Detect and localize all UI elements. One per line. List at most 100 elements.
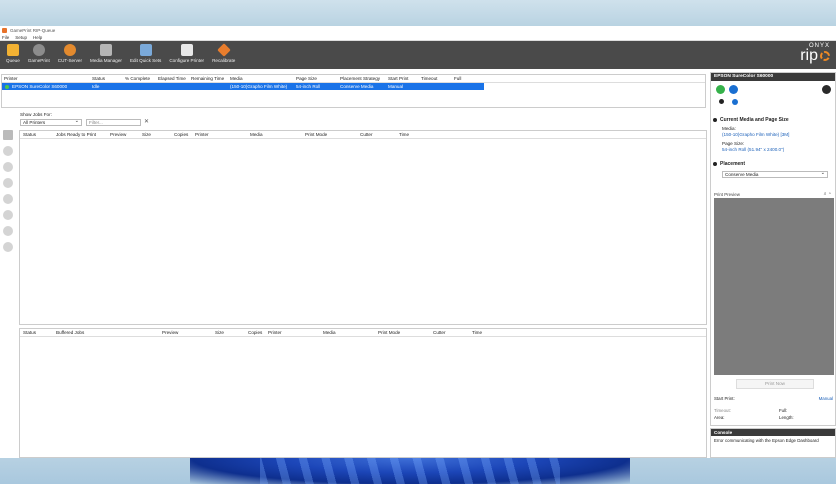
quick-sets-icon [139, 44, 152, 56]
printer-name: EPSON SureColor S60000 [12, 84, 68, 89]
printer-row[interactable]: EPSON SureColor S60000 Idle (150-10)Grap… [2, 83, 484, 90]
filter-input[interactable]: Filter... [86, 119, 141, 126]
media-manager-button[interactable]: Media Manager [86, 41, 126, 63]
desktop-background-top [0, 0, 836, 26]
recalibrate-icon [216, 43, 231, 57]
printer-info-icon[interactable] [729, 85, 738, 94]
jobs-col-status[interactable]: Status [23, 132, 36, 137]
media-value: (150-10)Grapho Film White) [3M] [722, 132, 790, 137]
jobs-col-copies[interactable]: Copies [174, 132, 188, 137]
col-elapsed[interactable]: Elapsed Time [158, 76, 186, 81]
edit-printer-icon[interactable] [822, 85, 831, 94]
delete-icon[interactable] [3, 226, 13, 236]
placement-heading[interactable]: Placement [712, 161, 745, 167]
down-icon[interactable] [3, 162, 13, 172]
col-placement[interactable]: Placement Strategy [340, 76, 380, 81]
buf-col-cutter[interactable]: Cutter [433, 330, 446, 335]
configure-printer-button[interactable]: Configure Printer [165, 41, 208, 63]
media-label: Media: [722, 126, 736, 131]
col-page-size[interactable]: Page Size [296, 76, 317, 81]
hold-icon[interactable] [3, 178, 13, 188]
full-label: Full: [779, 408, 788, 413]
console-title: Console [711, 429, 835, 436]
queue-button[interactable]: Queue [2, 41, 24, 63]
col-status[interactable]: Status [92, 76, 105, 81]
recalibrate-button[interactable]: Recalibrate [208, 41, 239, 63]
buf-col-status[interactable]: Status [23, 330, 36, 335]
col-start-print[interactable]: Start Print [388, 76, 408, 81]
buf-col-media[interactable]: Media [323, 330, 336, 335]
info-icon[interactable] [3, 194, 13, 204]
buf-col-name[interactable]: Buffered Jobs [56, 330, 84, 335]
col-complete[interactable]: % Complete [125, 76, 150, 81]
menu-file[interactable]: File [2, 35, 9, 40]
col-full[interactable]: Full [454, 76, 461, 81]
jobs-col-size[interactable]: Size [142, 132, 151, 137]
cut-server-label: CUT-Server [57, 58, 83, 63]
edit-job-icon[interactable] [3, 130, 13, 140]
edit-quick-sets-label: Edit Quick Sets [129, 58, 162, 63]
up-icon[interactable] [3, 146, 13, 156]
jobs-col-print-mode[interactable]: Print Mode [305, 132, 327, 137]
printer-icon [180, 44, 193, 56]
col-printer[interactable]: Printer [4, 76, 18, 81]
panel-printer-name: EPSON SureColor S60000 [711, 73, 835, 81]
printer-filter-select[interactable]: All Printers [20, 119, 82, 126]
info-small-icon[interactable] [732, 99, 738, 105]
show-jobs-label: Show Jobs For: [20, 112, 52, 117]
buf-col-printer[interactable]: Printer [268, 330, 282, 335]
timeout-label: Timeout: [714, 408, 731, 413]
printer-status: Idle [92, 84, 100, 89]
placement-select[interactable]: Conserve Media [722, 171, 828, 178]
bullet-icon [719, 99, 724, 104]
gameprint-label: GamePrint [27, 58, 50, 63]
printer-online-icon[interactable] [716, 85, 725, 94]
print-icon[interactable] [3, 210, 13, 220]
gameprint-button[interactable]: GamePrint [24, 41, 54, 63]
jobs-col-printer[interactable]: Printer [195, 132, 209, 137]
col-remaining[interactable]: Remaining Time [191, 76, 224, 81]
page-size-label: Page Size: [722, 141, 745, 146]
buf-col-time[interactable]: Time [472, 330, 482, 335]
jobs-col-media[interactable]: Media [250, 132, 263, 137]
logo-main-text: rip [800, 47, 818, 64]
jobs-col-name[interactable]: Jobs Ready to Print [56, 132, 96, 137]
col-timeout[interactable]: Timeout [421, 76, 437, 81]
queue-label: Queue [6, 58, 20, 63]
buf-col-print-mode[interactable]: Print Mode [378, 330, 400, 335]
stop-icon[interactable] [3, 242, 13, 252]
print-now-button[interactable]: Print Now [736, 379, 814, 389]
cut-server-button[interactable]: CUT-Server [54, 41, 86, 63]
buf-col-copies[interactable]: Copies [248, 330, 262, 335]
current-media-heading[interactable]: Current Media and Page Size [713, 117, 789, 123]
console-panel: Console Error communicating with the Eps… [710, 428, 836, 458]
start-print-label: Start Print: [714, 396, 735, 401]
configure-printer-label: Configure Printer [169, 58, 205, 63]
menu-help[interactable]: Help [33, 35, 42, 40]
app-icon [2, 27, 7, 33]
buf-col-size[interactable]: Size [215, 330, 224, 335]
queue-area: Printer Status % Complete Elapsed Time R… [0, 72, 708, 458]
jobs-col-preview[interactable]: Preview [110, 132, 126, 137]
buf-col-preview[interactable]: Preview [162, 330, 178, 335]
menu-setup[interactable]: Setup [15, 35, 27, 40]
zoom-icon[interactable]: ⌕ ◔ [824, 191, 831, 197]
length-label: Length: [779, 415, 794, 420]
col-media[interactable]: Media [230, 76, 243, 81]
area-label: Area: [714, 415, 725, 420]
printer-media: (150-10)Grapho Film White) [230, 84, 288, 89]
gameprint-icon [32, 44, 45, 56]
media-manager-label: Media Manager [90, 58, 122, 63]
cut-server-icon [63, 44, 76, 56]
print-preview-label: Print Preview [714, 192, 740, 197]
jobs-col-time[interactable]: Time [399, 132, 409, 137]
start-print-value[interactable]: Manual [819, 396, 833, 401]
jobs-ready-table: Status Jobs Ready to Print Preview Size … [19, 130, 707, 325]
queue-icon [6, 44, 19, 56]
buffered-jobs-table: Status Buffered Jobs Preview Size Copies… [19, 328, 707, 458]
jobs-col-cutter[interactable]: Cutter [360, 132, 373, 137]
recalibrate-label: Recalibrate [212, 58, 236, 63]
gear-icon [820, 51, 830, 61]
edit-quick-sets-button[interactable]: Edit Quick Sets [126, 41, 165, 63]
clear-filter-icon[interactable]: ✕ [144, 118, 149, 125]
